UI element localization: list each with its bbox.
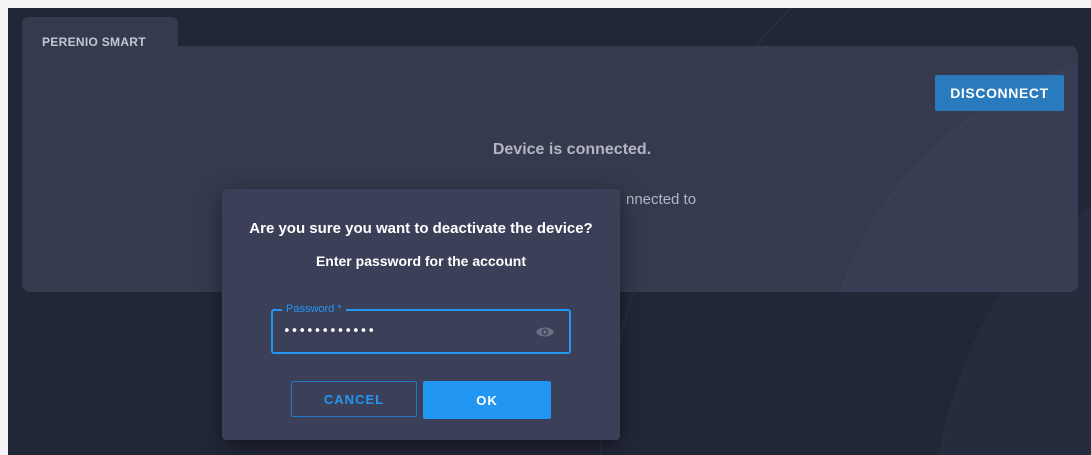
connection-status: Device is connected. xyxy=(492,141,652,158)
device-description: nnected to xyxy=(626,191,697,208)
dialog-subtitle: Enter password for the account xyxy=(315,253,527,269)
password-field[interactable]: Password * xyxy=(271,302,571,354)
eye-icon[interactable] xyxy=(535,322,555,342)
app-window: PERENIO SMART DISCONNECT Device is conne… xyxy=(8,8,1091,455)
dialog-title: Are you sure you want to deactivate the … xyxy=(249,220,593,237)
password-label: Password * xyxy=(282,302,346,316)
password-input[interactable] xyxy=(283,321,523,341)
cancel-button[interactable]: CANCEL xyxy=(291,381,417,417)
deactivate-dialog: Are you sure you want to deactivate the … xyxy=(222,189,620,440)
disconnect-button[interactable]: DISCONNECT xyxy=(935,75,1064,111)
ok-button[interactable]: OK xyxy=(423,381,551,419)
